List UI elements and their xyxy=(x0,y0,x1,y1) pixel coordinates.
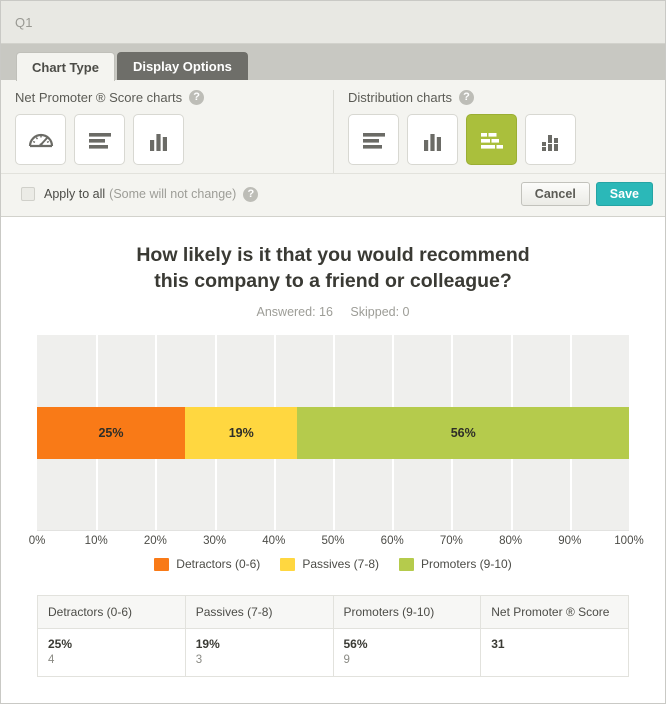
x-tick-label: 40% xyxy=(262,535,286,548)
data-table-wrapper: Detractors (0-6) Passives (7-8) Promoters … xyxy=(1,571,665,678)
table-cell: 19% 3 xyxy=(184,628,334,678)
table-cell-percent: 56% xyxy=(343,637,368,652)
plot-wrapper: 25% 19% 56% 0% 10% 20% 30% 40% 50% 60% 70% 80% 90% 1… xyxy=(1,319,665,571)
tab-chart-type[interactable]: Chart Type xyxy=(16,52,115,81)
horizontal-bar-icon xyxy=(85,125,115,155)
chart-option-gauge[interactable] xyxy=(15,114,66,165)
save-button[interactable]: Save xyxy=(595,182,653,206)
table-cell-count: 3 xyxy=(195,654,203,667)
distribution-charts-heading: Distribution charts ? xyxy=(348,90,651,105)
table-header-row: Detractors (0-6) Passives (7-8) Promoters … xyxy=(37,595,629,630)
table-header-cell: Passives (7-8) xyxy=(184,595,334,630)
x-tick-label: 0% xyxy=(28,535,46,548)
chart-type-panel: Net Promoter ® Score charts ? Distributi… xyxy=(1,80,665,217)
stacked-horizontal-bar-icon xyxy=(477,125,507,155)
chart-option-horizontal-bar[interactable] xyxy=(348,114,399,165)
legend-item[interactable]: Passives (7-8) xyxy=(280,557,379,571)
skipped-count: Skipped: 0 xyxy=(350,305,410,320)
nps-charts-heading: Net Promoter ® Score charts ? xyxy=(15,90,319,105)
table-header-cell: Detractors (0-6) xyxy=(37,595,186,630)
table-cell: 25% 4 xyxy=(37,628,186,678)
answered-count: Answered: 16 xyxy=(256,305,333,320)
x-tick-label: 80% xyxy=(499,535,523,548)
bar-segment-label: 25% xyxy=(98,425,124,440)
plot-area: 25% 19% 56% xyxy=(37,335,631,532)
cancel-button[interactable]: Cancel xyxy=(520,182,590,206)
legend-label: Detractors (0-6) xyxy=(176,557,261,572)
nps-charts-section: Net Promoter ® Score charts ? xyxy=(1,90,333,173)
help-icon[interactable]: ? xyxy=(189,90,205,105)
chart-preview: How likely is it that you would recommen… xyxy=(1,217,665,678)
x-tick-label: 20% xyxy=(143,535,167,548)
bar-segment[interactable]: 19% xyxy=(185,406,298,459)
bar-segment[interactable]: 56% xyxy=(297,406,629,459)
table-cell-percent: 31 xyxy=(491,637,505,652)
page-title: Q1 xyxy=(15,14,33,30)
tabstrip: Chart Type Display Options xyxy=(1,44,665,81)
chart-option-stacked-horizontal-bar[interactable] xyxy=(466,114,517,165)
legend-label: Passives (7-8) xyxy=(302,557,379,572)
bar-segment[interactable]: 25% xyxy=(37,406,185,459)
chart-title-line-1: How likely is it that you would recommen… xyxy=(136,244,530,266)
stacked-vertical-bar-icon xyxy=(536,125,566,155)
legend-item[interactable]: Detractors (0-6) xyxy=(154,557,260,571)
nps-charts-heading-label: Net Promoter ® Score charts xyxy=(15,90,183,105)
table-cell-percent: 25% xyxy=(48,637,73,652)
chart-option-vertical-bar[interactable] xyxy=(133,114,184,165)
bar-segment-label: 56% xyxy=(450,425,476,440)
x-tick-label: 60% xyxy=(380,535,404,548)
help-icon[interactable]: ? xyxy=(459,90,475,105)
tab-display-options-label: Display Options xyxy=(132,59,232,74)
stacked-bar: 25% 19% 56% xyxy=(37,406,629,459)
x-tick-label: 70% xyxy=(439,535,463,548)
chart-response-summary: Answered: 16 Skipped: 0 xyxy=(1,305,665,319)
x-tick-label: 100% xyxy=(614,535,644,548)
x-axis-ticks: 0% 10% 20% 30% 40% 50% 60% 70% 80% 90% 100% xyxy=(29,535,644,555)
table-cell: 31 xyxy=(480,628,629,678)
legend-swatch xyxy=(154,557,170,571)
x-tick-label: 30% xyxy=(203,535,227,548)
table-header-cell: Net Promoter ® Score xyxy=(480,595,629,630)
data-table: Detractors (0-6) Passives (7-8) Promoters … xyxy=(37,595,629,678)
window-titlebar: Q1 xyxy=(1,1,665,44)
chart-option-horizontal-bar[interactable] xyxy=(74,114,125,165)
panel-actions: Cancel Save xyxy=(520,182,653,206)
x-tick-label: 50% xyxy=(321,535,345,548)
chart-option-stacked-vertical-bar[interactable] xyxy=(525,114,576,165)
chart-legend: Detractors (0-6) Passives (7-8) Promoters … xyxy=(37,557,629,571)
table-cell-count: 4 xyxy=(48,654,55,667)
apply-to-all-checkbox[interactable] xyxy=(21,187,35,201)
legend-swatch xyxy=(280,557,296,571)
bar-segment-label: 19% xyxy=(228,425,254,440)
table-cell-count: 9 xyxy=(343,654,350,667)
table-header-cell: Promoters (9-10) xyxy=(332,595,482,630)
distribution-charts-heading-label: Distribution charts xyxy=(348,90,453,105)
legend-swatch xyxy=(399,557,414,571)
table-cell-percent: 19% xyxy=(195,637,220,652)
vertical-bar-icon xyxy=(418,125,448,155)
horizontal-bar-icon xyxy=(359,125,389,155)
apply-to-all-sublabel: (Some will not change) xyxy=(109,187,237,201)
gauge-icon xyxy=(26,125,56,155)
help-icon[interactable]: ? xyxy=(243,186,259,202)
tab-chart-type-label: Chart Type xyxy=(32,59,99,75)
legend-item[interactable]: Promoters (9-10) xyxy=(399,557,512,571)
chart-title: How likely is it that you would recommen… xyxy=(1,235,665,294)
chart-editor-window: Q1 Chart Type Display Options Net Promot… xyxy=(0,0,666,704)
chart-option-vertical-bar[interactable] xyxy=(407,114,458,165)
legend-label: Promoters (9-10) xyxy=(421,557,512,572)
nps-chart-options xyxy=(15,114,319,165)
apply-to-all-row: Apply to all (Some will not change) ? Ca… xyxy=(1,173,665,216)
x-tick-label: 90% xyxy=(558,535,582,548)
distribution-chart-options xyxy=(348,114,651,165)
tab-display-options[interactable]: Display Options xyxy=(116,52,248,80)
apply-to-all-label: Apply to all xyxy=(44,187,106,201)
gridline xyxy=(629,335,631,531)
chart-title-line-2: this company to a friend or colleague? xyxy=(154,269,512,292)
table-row: 25% 4 19% 3 56% 9 31 xyxy=(37,628,629,678)
vertical-bar-icon xyxy=(144,125,174,155)
table-cell: 56% 9 xyxy=(332,628,482,678)
distribution-charts-section: Distribution charts ? xyxy=(333,90,665,173)
x-tick-label: 10% xyxy=(84,535,108,548)
